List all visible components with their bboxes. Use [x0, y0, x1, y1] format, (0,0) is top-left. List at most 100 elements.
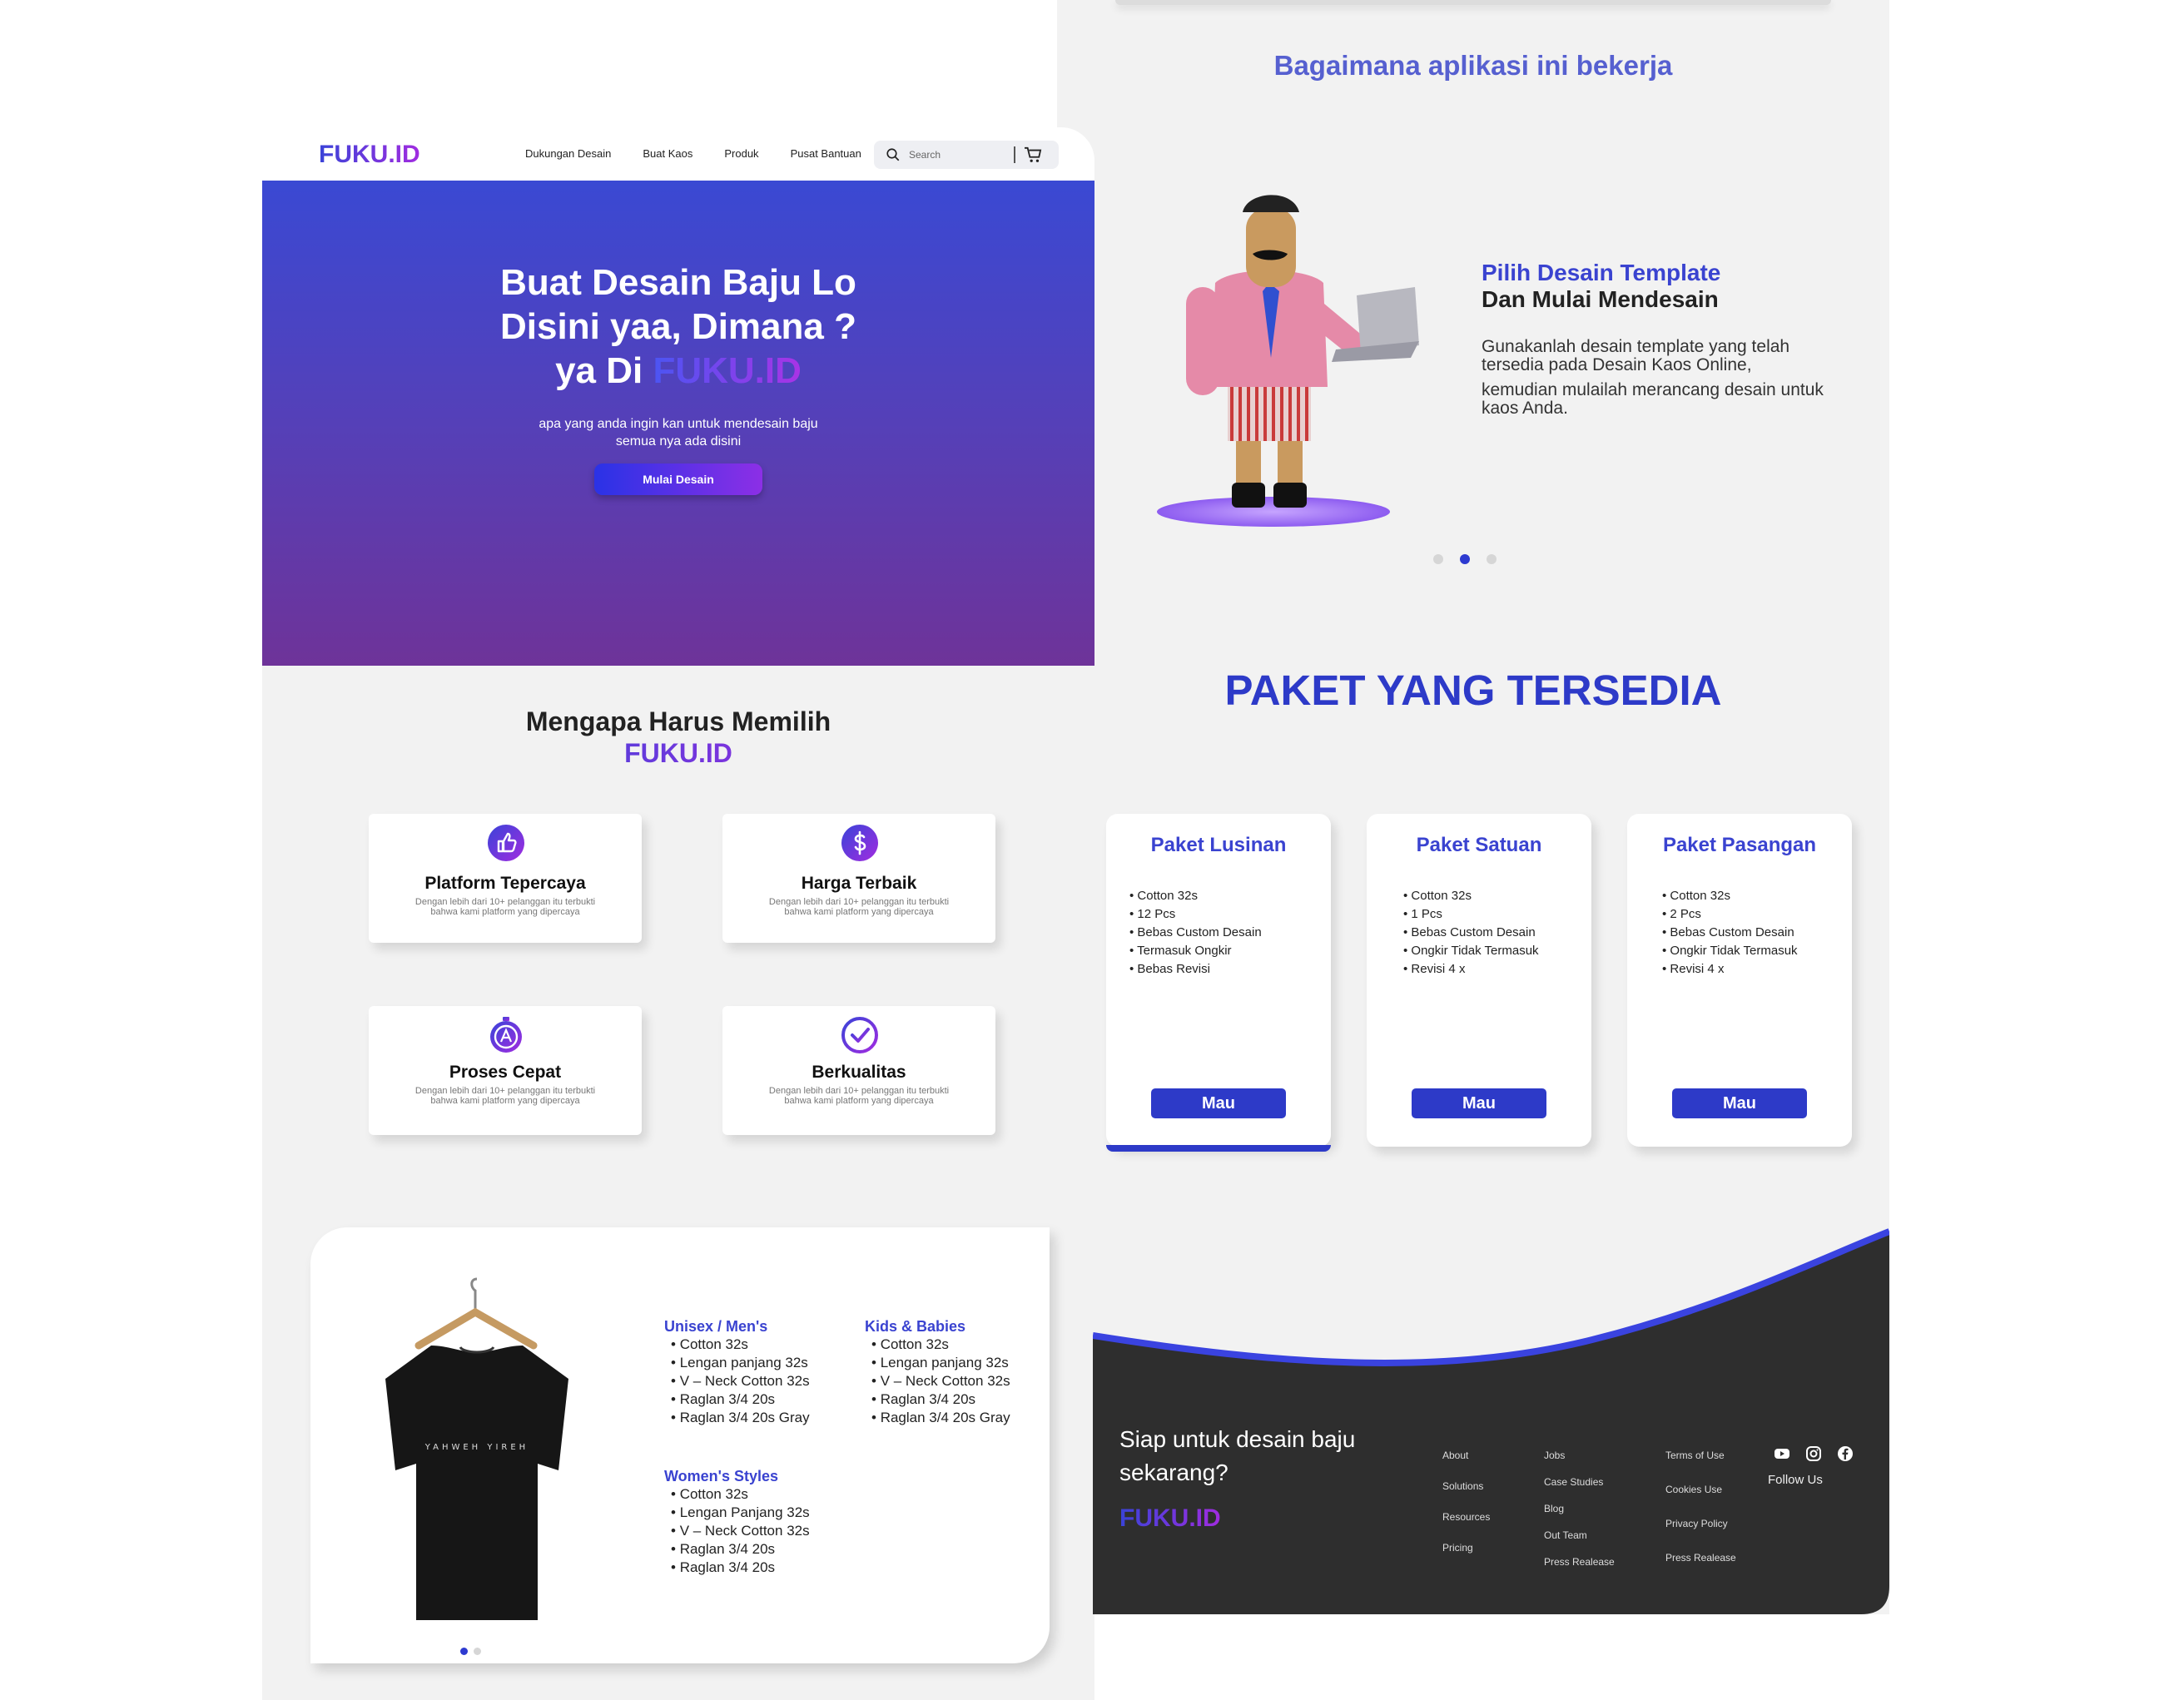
nav-links: Dukungan Desain Buat Kaos Produk Pusat B…: [525, 147, 861, 160]
package-feature: Cotton 32s: [1662, 887, 1798, 905]
check-circle-icon: [841, 1017, 878, 1053]
package-name: Paket Lusinan: [1150, 834, 1287, 856]
footer-link-blog[interactable]: Blog: [1544, 1503, 1564, 1514]
footer-cta-text: Siap untuk desain baju sekarang?: [1119, 1426, 1356, 1485]
follow-us-label: Follow Us: [1768, 1473, 1823, 1487]
slider-dot-1[interactable]: [1433, 554, 1443, 564]
category-item: Cotton 32s: [865, 1336, 1010, 1354]
package-feature: Bebas Revisi: [1129, 960, 1262, 979]
how-paragraph: Gunakanlah desain template yang telah te…: [1482, 338, 1848, 418]
how-it-works-title: Bagaimana aplikasi ini bekerja: [1273, 50, 1673, 81]
how-paragraph-1: Gunakanlah desain template yang telah te…: [1482, 337, 1790, 374]
category-women: Women's Styles Cotton 32s Lengan Panjang…: [664, 1467, 810, 1577]
package-feature: Cotton 32s: [1129, 887, 1262, 905]
nav-link-produk[interactable]: Produk: [724, 147, 758, 160]
instagram-icon[interactable]: [1805, 1445, 1822, 1462]
package-features: Cotton 32s 1 Pcs Bebas Custom Desain Ong…: [1403, 887, 1539, 979]
footer-link-terms[interactable]: Terms of Use: [1665, 1450, 1725, 1461]
package-name: Paket Pasangan: [1662, 834, 1817, 856]
feature-card-title: Proses Cepat: [449, 1063, 562, 1082]
hero-title: Buat Desain Baju Lo Disini yaa, Dimana ?…: [262, 260, 1094, 393]
mulai-desain-button[interactable]: Mulai Desain: [594, 463, 762, 495]
mau-button[interactable]: Mau: [1151, 1088, 1286, 1118]
category-item: Raglan 3/4 20s: [865, 1390, 1010, 1409]
feature-card-desc: Dengan lebih dari 10+ pelanggan itu terb…: [768, 1086, 950, 1106]
slider-dot-3[interactable]: [1487, 554, 1497, 564]
mau-button[interactable]: Mau: [1412, 1088, 1546, 1118]
feature-card-harga: Harga Terbaik Dengan lebih dari 10+ pela…: [722, 814, 995, 943]
package-card-pasangan: Paket Pasangan Cotton 32s 2 Pcs Bebas Cu…: [1627, 814, 1852, 1147]
hero-title-line3: ya Di FUKU.ID: [262, 349, 1094, 393]
package-feature: Revisi 4 x: [1662, 960, 1798, 979]
feature-card-desc: Dengan lebih dari 10+ pelanggan itu terb…: [768, 897, 950, 917]
package-feature: Termasuk Ongkir: [1129, 942, 1262, 960]
hero-title-line1: Buat Desain Baju Lo: [500, 262, 856, 303]
tshirt-image: YAHWEH YIREH: [385, 1277, 568, 1620]
category-item: Cotton 32s: [664, 1485, 810, 1504]
package-card-lusinan: Paket Lusinan Cotton 32s 12 Pcs Bebas Cu…: [1106, 814, 1331, 1152]
feature-card-title: Platform Tepercaya: [424, 874, 586, 893]
footer-logo[interactable]: FUKU.ID: [1119, 1504, 1221, 1533]
tshirt-print-text: YAHWEH YIREH: [424, 1443, 529, 1452]
nav-link-pusat-bantuan[interactable]: Pusat Bantuan: [791, 147, 861, 160]
footer-link-solutions[interactable]: Solutions: [1442, 1480, 1483, 1492]
footer-link-privacy[interactable]: Privacy Policy: [1665, 1518, 1728, 1529]
footer-link-pricing[interactable]: Pricing: [1442, 1542, 1473, 1554]
cart-icon[interactable]: [1024, 146, 1042, 163]
paket-title: PAKET YANG TERSEDIA: [1224, 667, 1722, 714]
category-kids: Kids & Babies Cotton 32s Lengan panjang …: [865, 1317, 1010, 1427]
package-name: Paket Satuan: [1416, 834, 1542, 856]
package-feature: Ongkir Tidak Termasuk: [1662, 942, 1797, 960]
category-unisex: Unisex / Men's Cotton 32s Lengan panjang…: [664, 1317, 810, 1427]
footer-background: [1093, 1228, 1889, 1614]
carousel-dot-1[interactable]: [460, 1648, 468, 1655]
carousel-dot-2[interactable]: [474, 1648, 481, 1655]
feature-card-title: Berkualitas: [812, 1063, 906, 1082]
youtube-icon[interactable]: [1774, 1445, 1790, 1462]
hero-title-accent: FUKU.ID: [653, 350, 802, 391]
feature-card-proses: Proses Cepat Dengan lebih dari 10+ pelan…: [369, 1006, 642, 1135]
nav-logo[interactable]: FUKU.ID: [319, 141, 420, 169]
navbar: FUKU.ID Dukungan Desain Buat Kaos Produk…: [262, 127, 1094, 181]
footer-link-our-team[interactable]: Out Team: [1544, 1529, 1587, 1541]
package-feature: 1 Pcs: [1403, 905, 1539, 924]
mau-button[interactable]: Mau: [1672, 1088, 1807, 1118]
feature-card-berkualitas: Berkualitas Dengan lebih dari 10+ pelang…: [722, 1006, 995, 1135]
why-logo: FUKU.ID: [470, 737, 886, 769]
hero-title-line2: Disini yaa, Dimana ?: [500, 306, 856, 347]
footer-link-case-studies[interactable]: Case Studies: [1544, 1476, 1603, 1488]
why-heading: Mengapa Harus Memilih: [525, 706, 831, 736]
package-features: Cotton 32s 12 Pcs Bebas Custom Desain Te…: [1129, 887, 1262, 979]
package-feature: 12 Pcs: [1129, 905, 1262, 924]
category-item: Lengan panjang 32s: [865, 1354, 1010, 1372]
footer-link-press[interactable]: Press Realease: [1544, 1556, 1615, 1568]
top-strip: [1115, 0, 1831, 5]
package-feature: 2 Pcs: [1662, 905, 1798, 924]
hero-banner: Buat Desain Baju Lo Disini yaa, Dimana ?…: [262, 181, 1094, 666]
selected-indicator: [1106, 1145, 1331, 1152]
search-divider: [1014, 146, 1015, 163]
package-feature: Ongkir Tidak Termasuk: [1403, 942, 1538, 960]
nav-link-dukungan-desain[interactable]: Dukungan Desain: [525, 147, 611, 160]
footer-link-press-release[interactable]: Press Realease: [1665, 1552, 1736, 1564]
facebook-icon[interactable]: [1837, 1445, 1854, 1462]
nav-link-buat-kaos[interactable]: Buat Kaos: [643, 147, 692, 160]
hero-subtitle-line2: semua nya ada disini: [615, 434, 742, 449]
search-input[interactable]: Search: [874, 141, 1059, 169]
footer-link-resources[interactable]: Resources: [1442, 1511, 1490, 1523]
character-illustration: [1157, 195, 1419, 527]
package-feature: Cotton 32s: [1403, 887, 1539, 905]
hero-subtitle-line1: apa yang anda ingin kan untuk mendesain …: [539, 417, 818, 431]
footer-link-about[interactable]: About: [1442, 1450, 1468, 1461]
footer-link-jobs[interactable]: Jobs: [1544, 1450, 1565, 1461]
thumbs-up-icon: [488, 825, 524, 861]
search-icon: [886, 148, 900, 161]
how-heading-2: Dan Mulai Mendesain: [1482, 286, 1719, 312]
package-feature: Bebas Custom Desain: [1403, 924, 1539, 942]
footer-link-cookies[interactable]: Cookies Use: [1665, 1484, 1722, 1495]
package-features: Cotton 32s 2 Pcs Bebas Custom Desain Ong…: [1662, 887, 1798, 979]
how-heading-1: Pilih Desain Template: [1482, 260, 1721, 285]
category-item: V – Neck Cotton 32s: [664, 1372, 810, 1390]
slider-dot-2[interactable]: [1460, 554, 1470, 564]
category-title: Unisex / Men's: [664, 1318, 768, 1335]
